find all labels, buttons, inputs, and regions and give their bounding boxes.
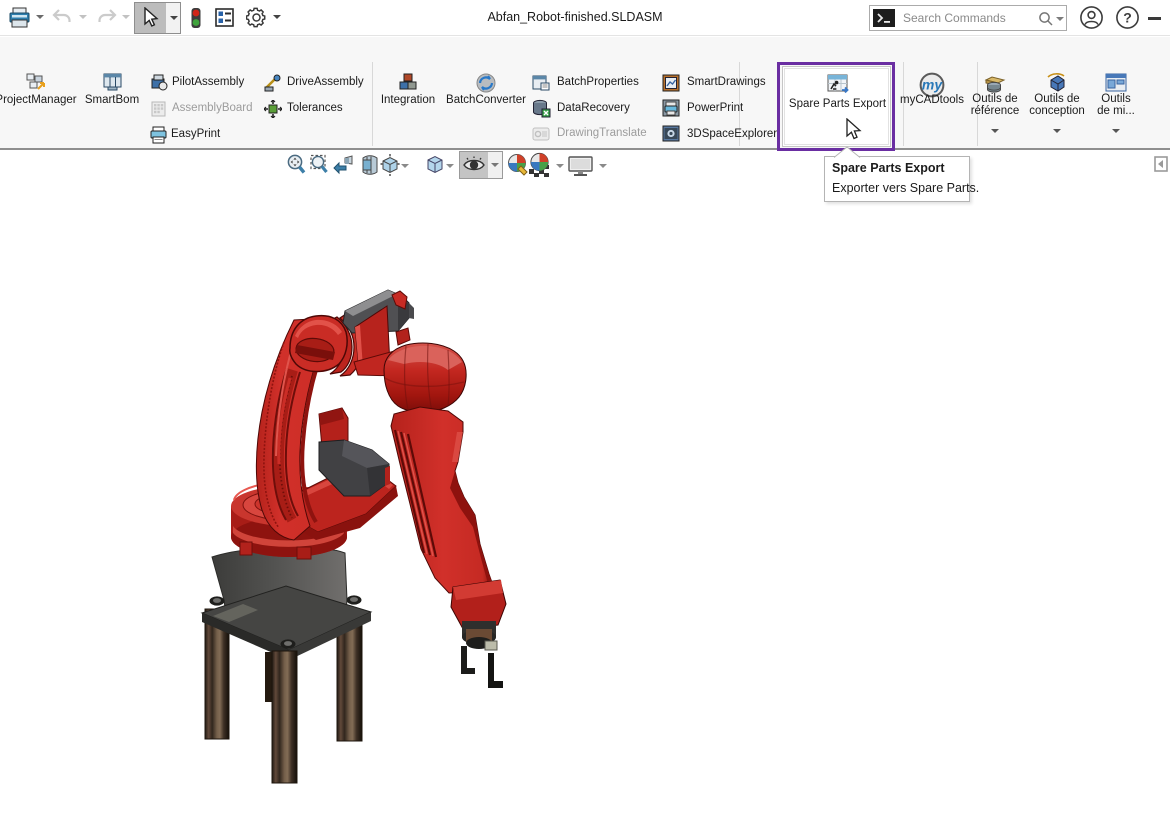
svg-text:?: ? [1123, 10, 1132, 26]
svg-text:my: my [922, 77, 943, 93]
